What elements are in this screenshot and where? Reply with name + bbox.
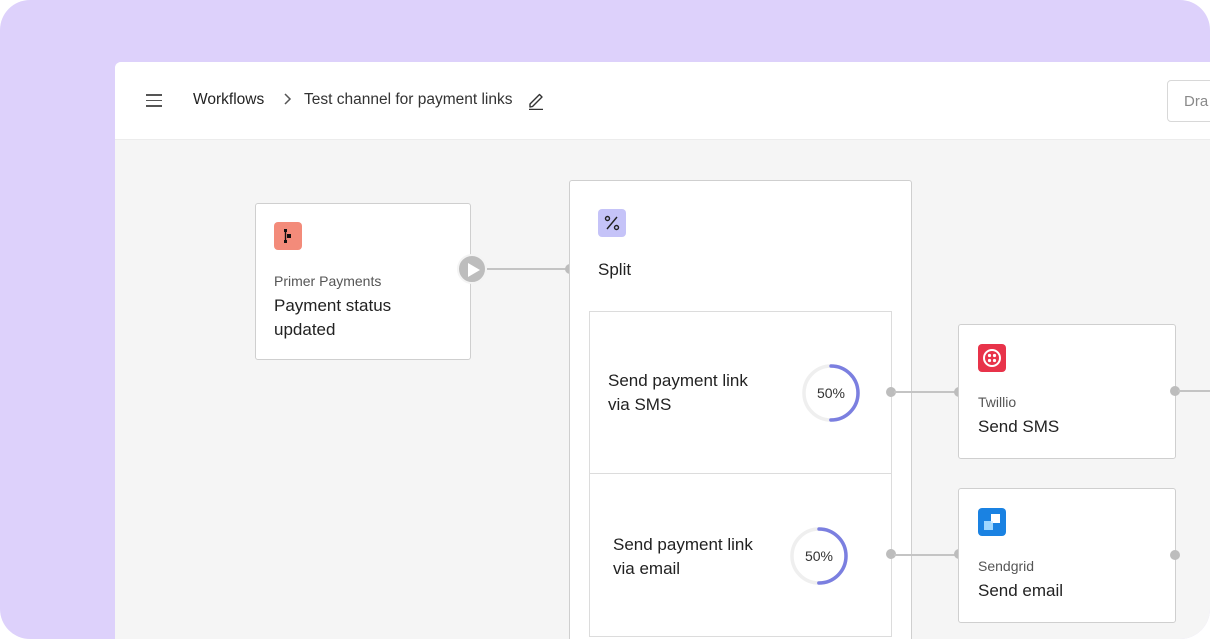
percentage-ring: 50% xyxy=(788,525,850,587)
percent-icon xyxy=(598,209,626,237)
split-node[interactable]: Split Send payment link via SMS 50% Send… xyxy=(569,180,912,639)
connector-email xyxy=(894,554,956,556)
split-label: Split xyxy=(598,260,632,279)
trigger-node[interactable]: Primer Payments Payment status updated xyxy=(255,203,471,360)
status-button[interactable]: Dra xyxy=(1167,80,1210,122)
percentage-label: 50% xyxy=(804,548,834,564)
breadcrumb-workflows-link[interactable]: Workflows xyxy=(193,91,264,109)
twilio-logo-icon xyxy=(978,344,1006,372)
pencil-icon[interactable] xyxy=(527,90,545,110)
trigger-provider: Primer Payments xyxy=(274,273,382,289)
sendgrid-output-port[interactable] xyxy=(1170,550,1180,560)
play-icon[interactable] xyxy=(457,254,487,284)
twilio-provider: Twillio xyxy=(978,394,1017,410)
branch-email-line1: Send payment link xyxy=(613,535,753,554)
connector-twilio-out xyxy=(1178,390,1210,392)
split-branch-sms[interactable]: Send payment link via SMS 50% xyxy=(589,311,892,475)
connector-trigger-split xyxy=(487,268,567,270)
split-branch-email[interactable]: Send payment link via email 50% xyxy=(589,473,892,637)
app-background: Workflows Test channel for payment links… xyxy=(0,0,1210,639)
sendgrid-provider: Sendgrid xyxy=(978,558,1035,574)
twilio-action-title: Send SMS xyxy=(978,417,1060,436)
branch-email-line2: via email xyxy=(613,559,681,578)
workflow-name: Test channel for payment links xyxy=(304,91,513,108)
trigger-title-line2: updated xyxy=(274,320,336,339)
sendgrid-action-title: Send email xyxy=(978,581,1064,600)
percentage-label: 50% xyxy=(816,385,846,401)
sendgrid-logo-icon xyxy=(978,508,1006,536)
top-bar: Workflows Test channel for payment links… xyxy=(115,62,1210,140)
trigger-title-line1: Payment status xyxy=(274,296,392,315)
primer-logo-icon xyxy=(274,222,302,250)
twilio-action-node[interactable]: Twillio Send SMS xyxy=(958,324,1176,459)
sendgrid-action-node[interactable]: Sendgrid Send email xyxy=(958,488,1176,623)
branch-sms-line1: Send payment link xyxy=(608,371,748,390)
chevron-right-icon xyxy=(284,93,292,105)
percentage-ring: 50% xyxy=(800,362,862,424)
branch-sms-line2: via SMS xyxy=(608,395,672,414)
connector-sms xyxy=(894,391,956,393)
hamburger-menu-icon[interactable] xyxy=(146,94,162,107)
